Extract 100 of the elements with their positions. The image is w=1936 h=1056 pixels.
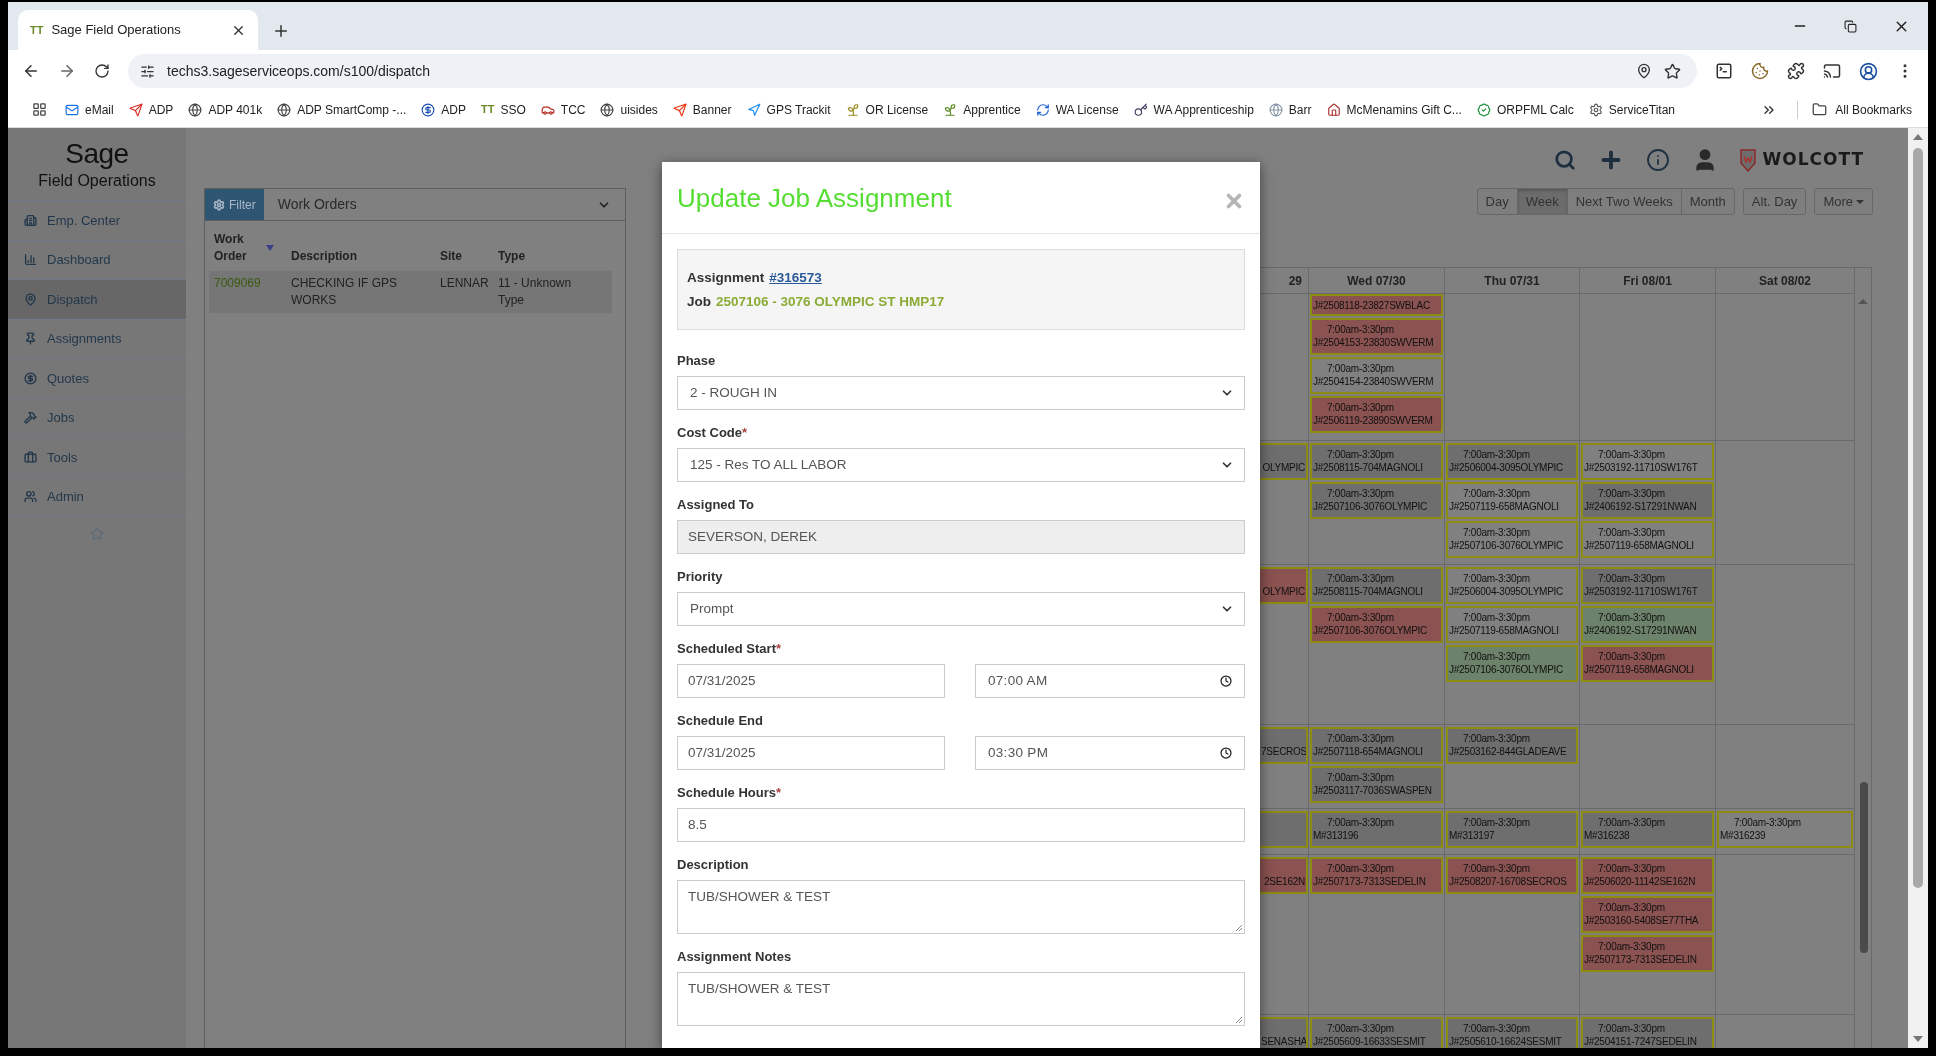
calendar-event[interactable]: OLYMPIC <box>1260 567 1308 604</box>
calendar-event[interactable]: 7:00am-3:30pm J#2504151-7247SEDELIN <box>1581 1017 1714 1048</box>
calendar-event[interactable]: 7:00am-3:30pm J#2506119-23890SWVERM <box>1310 396 1443 433</box>
all-bookmarks-link[interactable]: All Bookmarks <box>1835 100 1912 119</box>
bookmark-link[interactable]: SSO <box>500 100 526 119</box>
view-tab[interactable]: Week <box>1516 188 1568 215</box>
calendar-event[interactable]: 7:00am-3:30pm J#2507118-654MAGNOLI <box>1310 727 1443 764</box>
date-field[interactable]: 07/31/2025 <box>677 736 945 770</box>
cast-icon[interactable] <box>1823 62 1841 80</box>
calendar-event[interactable]: 7:00am-3:30pm J#2504154-23840SWVERM <box>1310 357 1443 394</box>
new-tab-icon[interactable] <box>272 22 290 40</box>
calendar-event[interactable]: 7:00am-3:30pm J#2506020-11142SE162N <box>1581 857 1714 894</box>
view-tab[interactable]: Day <box>1476 188 1518 215</box>
calendar-event[interactable]: 7:00am-3:30pm J#2503192-11710SW176T <box>1581 443 1714 480</box>
bookmark-link[interactable]: Banner <box>692 100 732 119</box>
calendar-event[interactable]: 7SECROS <box>1260 727 1308 764</box>
calendar-event[interactable]: 7:00am-3:30pm J#2508115-704MAGNOLI <box>1310 443 1443 480</box>
bookmark-link[interactable]: uisides <box>620 100 658 119</box>
bookmark-link[interactable]: ORPFML Calc <box>1496 100 1574 119</box>
nav-item[interactable]: Jobs <box>8 397 186 437</box>
view-tab[interactable]: Next Two Weeks <box>1566 188 1682 215</box>
star-icon[interactable] <box>90 527 104 541</box>
calendar-event[interactable]: 7:00am-3:30pm J#2507119-658MAGNOLI <box>1446 606 1578 643</box>
nav-item[interactable]: Assignments <box>8 318 186 358</box>
calendar-event[interactable]: 7:00am-3:30pm J#2507106-3076OLYMPIC <box>1310 482 1443 519</box>
time-field[interactable]: 07:00 AM <box>975 664 1245 698</box>
more-button[interactable]: More <box>1814 188 1873 215</box>
nav-item[interactable]: Admin <box>8 476 186 516</box>
info-icon[interactable] <box>1646 148 1671 172</box>
filter-button[interactable]: Filter <box>205 189 264 220</box>
calendar-event[interactable]: 7:00am-3:30pm J#2508207-16708SECROS <box>1446 857 1578 894</box>
text-area[interactable]: TUB/SHOWER & TEST <box>677 972 1245 1026</box>
calendar-event[interactable]: 7:00am-3:30pm J#2507173-7313SEDELIN <box>1581 935 1714 972</box>
extensions-icon[interactable] <box>1787 62 1805 80</box>
cookie-icon[interactable] <box>1751 62 1769 80</box>
browser-tab[interactable]: TT Sage Field Operations <box>18 10 258 50</box>
calendar-event[interactable]: 7:00am-3:30pm J#2503160-5408SE77THA <box>1581 896 1714 933</box>
apps-icon[interactable] <box>32 102 47 117</box>
scroll-up-icon[interactable] <box>1913 134 1923 140</box>
select-field[interactable]: Prompt <box>677 592 1245 626</box>
extension-icon[interactable] <box>1715 62 1733 80</box>
bookmark-link[interactable]: eMail <box>85 100 114 119</box>
calendar-event[interactable]: 7:00am-3:30pm J#2504153-23830SWVERM <box>1310 318 1443 355</box>
bookmark-link[interactable]: ADP <box>441 100 466 119</box>
view-select[interactable]: Work Orders <box>263 189 625 220</box>
bookmark-link[interactable]: ADP 401k <box>208 100 263 119</box>
address-bar[interactable]: techs3.sageserviceops.com/s100/dispatch <box>128 54 1697 88</box>
column-header[interactable]: Type <box>498 247 526 265</box>
bookmark-link[interactable]: ServiceTitan <box>1608 100 1676 119</box>
nav-item[interactable]: Tools <box>8 437 186 477</box>
alt-day-button[interactable]: Alt. Day <box>1742 188 1807 215</box>
calendar-event[interactable]: 7:00am-3:30pm M#316239 <box>1717 811 1853 848</box>
profile-icon[interactable] <box>1859 61 1878 81</box>
bookmark-link[interactable]: WA Apprenticeship <box>1153 100 1254 119</box>
calendar-event[interactable]: 7:00am-3:30pm M#313197 <box>1446 811 1578 848</box>
bookmark-link[interactable]: Barr <box>1288 100 1312 119</box>
calendar-event[interactable]: 7:00am-3:30pm J#2505609-16633SESMIT <box>1310 1017 1443 1048</box>
date-field[interactable]: 07/31/2025 <box>677 664 945 698</box>
text-area[interactable]: TUB/SHOWER & TEST <box>677 880 1245 934</box>
time-field[interactable]: 03:30 PM <box>975 736 1245 770</box>
calendar-event[interactable]: 7:00am-3:30pm J#2507106-3076OLYMPIC <box>1446 645 1578 682</box>
calendar-event[interactable]: 7:00am-3:30pm J#2505610-16624SESMIT <box>1446 1017 1578 1048</box>
calendar-event[interactable]: 7:00am-3:30pm J#2507173-7313SEDELIN <box>1310 857 1443 894</box>
calendar-event[interactable]: 7:00am-3:30pm M#313196 <box>1310 811 1443 848</box>
nav-item[interactable]: Emp. Center <box>8 200 186 240</box>
back-icon[interactable] <box>22 62 40 80</box>
bookmark-link[interactable]: GPS Trackit <box>766 100 831 119</box>
scroll-down-icon[interactable] <box>1913 1036 1923 1042</box>
scrollbar-thumb[interactable] <box>1913 148 1923 888</box>
calendar-event[interactable]: J#2508118-23827SWBLAC <box>1310 294 1443 316</box>
calendar-event[interactable]: 7:00am-3:30pm J#2507119-658MAGNOLI <box>1581 521 1714 558</box>
bookmark-link[interactable]: ADP SmartComp -... <box>297 100 407 119</box>
calendar-event[interactable]: 7:00am-3:30pm J#2508115-704MAGNOLI <box>1310 567 1443 604</box>
restore-icon[interactable] <box>1844 19 1857 33</box>
bookmark-link[interactable]: OR License <box>865 100 929 119</box>
table-row[interactable]: 7009069 CHECKING IF GPS WORKS LENNAR 11 - Unknown Type <box>209 271 612 313</box>
bookmark-link[interactable]: ADP <box>148 100 174 119</box>
calendar-event[interactable]: 7:00am-3:30pm J#2507119-658MAGNOLI <box>1581 645 1714 682</box>
calendar-event[interactable]: 7:00am-3:30pm J#2503192-11710SW176T <box>1581 567 1714 604</box>
bookmark-star-icon[interactable] <box>1664 62 1681 80</box>
calendar-event[interactable]: 7:00am-3:30pm J#2506004-3095OLYMPIC <box>1446 443 1578 480</box>
select-field[interactable]: 125 - Res TO ALL LABOR <box>677 448 1245 482</box>
nav-item[interactable]: Dispatch <box>8 279 186 319</box>
column-header[interactable]: Site <box>440 247 498 265</box>
column-header[interactable]: Work Order <box>214 231 254 265</box>
calendar-event[interactable]: 7:00am-3:30pm J#2507106-3076OLYMPIC <box>1446 521 1578 558</box>
nav-item[interactable]: Quotes <box>8 358 186 398</box>
view-tab[interactable]: Month <box>1680 188 1735 215</box>
calendar-event[interactable]: 7:00am-3:30pm J#2506004-3095OLYMPIC <box>1446 567 1578 604</box>
forward-icon[interactable] <box>58 62 76 80</box>
reload-icon[interactable] <box>94 63 110 79</box>
calendar-event[interactable]: 7:00am-3:30pm J#2406192-S17291NWAN <box>1581 482 1714 519</box>
location-icon[interactable] <box>1636 63 1652 79</box>
search-icon[interactable] <box>1554 149 1577 171</box>
assignment-link[interactable]: #316573 <box>769 266 822 290</box>
bookmark-link[interactable]: TCC <box>560 100 586 119</box>
calendar-event[interactable]: 7:00am-3:30pm M#316238 <box>1581 811 1714 848</box>
site-info-icon[interactable] <box>140 63 155 79</box>
input-field[interactable]: 8.5 <box>677 808 1245 842</box>
calendar-event[interactable]: 7:00am-3:30pm J#2507106-3076OLYMPIC <box>1310 606 1443 643</box>
